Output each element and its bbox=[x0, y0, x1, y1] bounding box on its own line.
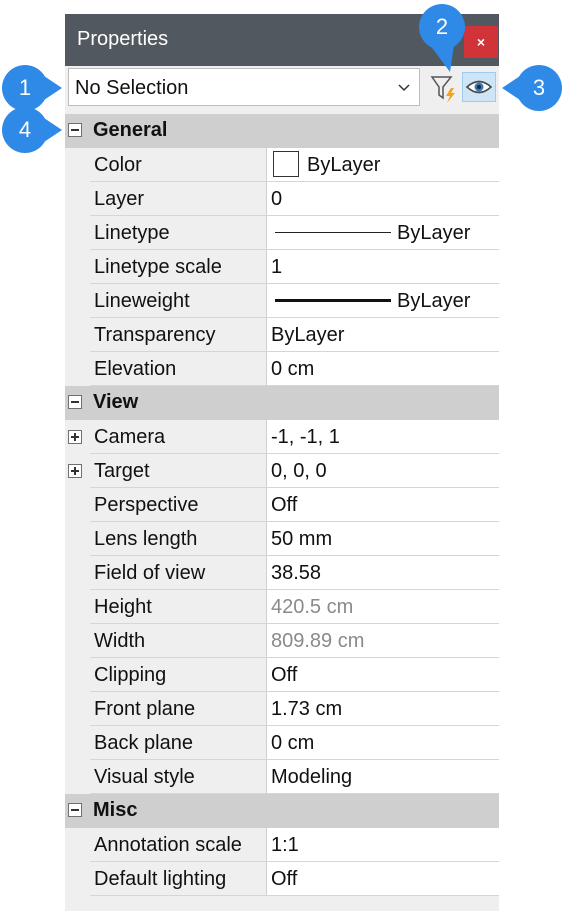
callout-layer bbox=[2, 4, 562, 153]
callout-4-label: 4 bbox=[18, 117, 32, 142]
callout-3-label: 3 bbox=[532, 75, 546, 100]
callout-1-label: 1 bbox=[18, 75, 32, 100]
callout-2-label: 2 bbox=[435, 14, 449, 39]
